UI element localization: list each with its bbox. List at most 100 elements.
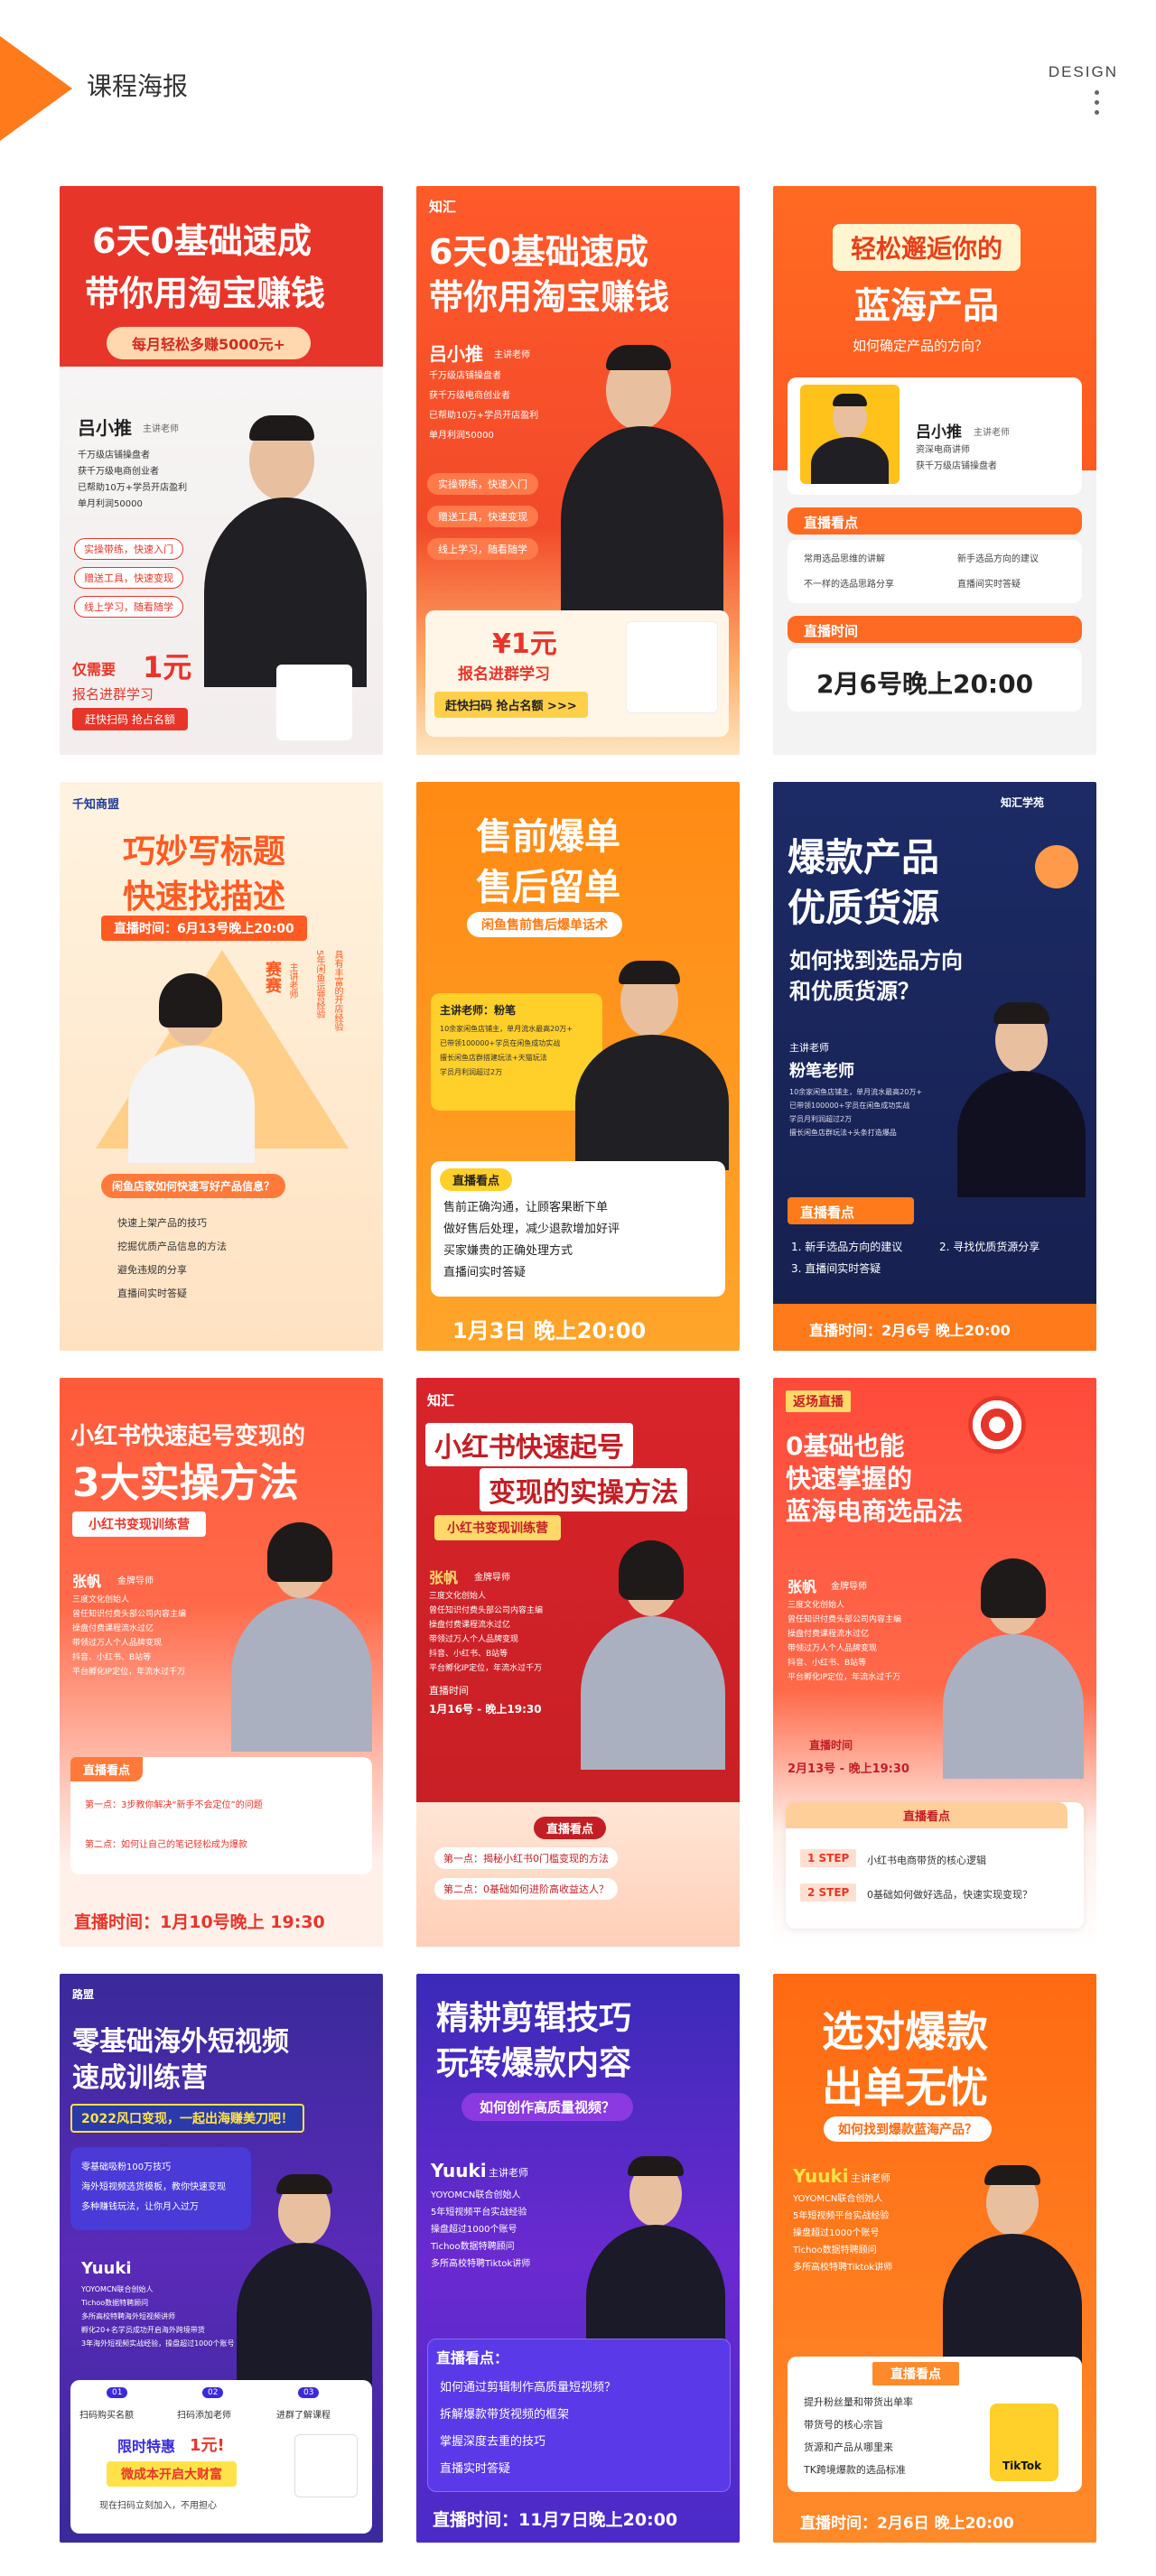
teacher-photo [936, 1549, 1089, 1779]
qr-code[interactable] [294, 2434, 358, 2497]
bio-item: 曾任知识付费头部公司内容主编 [429, 1606, 544, 1615]
poster-hot-products[interactable]: 知汇学苑 爆款产品 优质货源 如何找到选品方向 和优质货源？ 主讲老师 粉笔老师… [773, 782, 1096, 1351]
step-number: 01 [107, 2387, 128, 2398]
price: 1元 [143, 650, 192, 684]
point-item: 新手选品方向的建议 [957, 554, 1039, 564]
price: 1元! [190, 2436, 225, 2455]
point-item: 第二点：如何让自己的笔记轻松成为爆款 [85, 1840, 247, 1850]
teacher-role: 主讲老师 [287, 963, 297, 999]
point-item: 提升粉丝量和带货出单率 [804, 2396, 913, 2408]
poster-subtitle: 如何创作高质量视频？ [461, 2093, 634, 2121]
poster-taobao-2[interactable]: 知汇 6天0基础速成 带你用淘宝赚钱 吕小推 主讲老师 千万级店铺操盘者 获千万… [416, 186, 740, 755]
live-time: 直播时间：2月6日 晚上20:00 [800, 2515, 1014, 2533]
bio-item: 三度文化创始人 [429, 1592, 487, 1601]
step-number: 02 [202, 2387, 224, 2398]
live-time: 直播时间：6月13号晚上20:00 [101, 916, 307, 941]
teacher-photo [800, 385, 900, 484]
point-item: 不一样的选品思路分享 [804, 580, 894, 590]
teacher-photo [231, 2163, 376, 2387]
price: ¥1元 [492, 628, 557, 660]
poster-title-line-2: 蓝海产品 [854, 285, 999, 327]
teacher-role: 主讲老师 [974, 428, 1010, 438]
bio-item: 学员月利润超过2万 [789, 1115, 853, 1123]
point-item: 直播间实时答疑 [117, 1288, 187, 1299]
step-text: 小红书电商带货的核心逻辑 [867, 1855, 986, 1866]
poster-subtitle: 小红书变现训练营 [72, 1511, 206, 1537]
bio-item: 抖音、小红书、B站等 [788, 1659, 867, 1668]
poster-xianyu-presale[interactable]: 售前爆单 售后留单 闲鱼售前售后爆单话术 主讲老师：粉笔 10余家闲鱼店铺主，单… [416, 782, 740, 1351]
bio-item: Tichoo数据特聘顾问 [81, 2299, 149, 2307]
bio-item: 操盘付费课程流水过亿 [429, 1621, 511, 1630]
teacher-role: 主讲老师 [851, 2172, 890, 2184]
qr-code[interactable] [276, 665, 352, 740]
cta-button[interactable]: 微成本开启大财富 [107, 2461, 237, 2487]
signup-text: 报名进群学习 [458, 665, 550, 684]
poster-xiaohongshu-1[interactable]: 小红书快速起号变现的 3大实操方法 小红书变现训练营 张帆 金牌导师 三度文化创… [60, 1378, 383, 1947]
bio-item: 操盘超过1000个账号 [431, 2225, 517, 2235]
poster-xianyu-title[interactable]: 千知商盟 巧妙写标题 快速找描述 直播时间：6月13号晚上20:00 赛赛 主讲… [60, 782, 383, 1351]
bio-item: 孵化20+名学员成功开启海外跨境带货 [81, 2326, 205, 2334]
brand-logo: 知汇学苑 [1001, 796, 1045, 809]
section-title: 直播看点 [70, 1757, 144, 1781]
poster-title-line-1: 精耕剪辑技巧 [436, 2000, 632, 2037]
point-item: 第一点：揭秘小红书0门槛变现的方法 [434, 1847, 618, 1869]
brand-logo: 路盟 [72, 1988, 95, 2001]
thumbs-up-icon [1035, 845, 1078, 888]
bio-item: 曾任知识付费头部公司内容主编 [788, 1615, 902, 1624]
bio-item: 10余家闲鱼店铺主，单月流水最高20万+ [440, 1025, 573, 1033]
poster-editing-skills[interactable]: 精耕剪辑技巧 玩转爆款内容 如何创作高质量视频？ Yuuki 主讲老师 YOYO… [416, 1974, 740, 2543]
poster-subtitle: 闲鱼售前售后爆单话术 [467, 912, 622, 937]
qr-code[interactable] [626, 621, 718, 713]
point-item: 如何通过剪辑制作高质量短视频？ [440, 2381, 617, 2395]
point-item: 第一点：3步教你解决“新手不会定位”的问题 [85, 1800, 263, 1810]
bio-item: 操盘付费课程流水过亿 [72, 1624, 154, 1633]
poster-title-line-2: 3大实操方法 [72, 1460, 299, 1506]
tiktok-label: TikTok [1002, 2460, 1042, 2472]
section-title: 直播看点 [800, 1204, 855, 1221]
step-number: 03 [298, 2387, 320, 2398]
live-time: 直播时间：1月10号晚上 19:30 [74, 1912, 325, 1932]
poster-hot-items[interactable]: 选对爆款 出单无忧 如何找到爆款蓝海产品？ Yuuki 主讲老师 YOYOMCN… [773, 1974, 1096, 2543]
bio-item: 资深电商讲师 [916, 445, 970, 455]
teacher-name: Yuuki [431, 2160, 487, 2181]
point-item: 直播间实时答疑 [957, 580, 1021, 590]
teacher-name: 吕小推 [429, 343, 483, 365]
teacher-desc: 具有丰富的开店经验 [332, 950, 342, 1031]
poster-title-line-1: 售前爆单 [476, 816, 620, 858]
point-item: 2. 寻找优质货源分享 [939, 1241, 1040, 1253]
cta-button[interactable]: 赶快扫码 抢占名额 >>> [434, 692, 588, 718]
brand-logo: 知汇 [427, 1392, 455, 1409]
cta-button[interactable]: 赶快扫码 抢占名额 [72, 708, 188, 730]
teacher-name: 吕小推 [916, 423, 962, 442]
bio-item: 带领过万人个人品牌变现 [788, 1644, 878, 1653]
poster-title-line-2: 快速找描述 [123, 879, 286, 916]
live-time: 2月13号 - 晚上19:30 [788, 1762, 909, 1776]
poster-subtitle: 每月轻松多赚5000元+ [107, 327, 311, 359]
poster-blue-ocean-product[interactable]: 轻松邂逅你的 蓝海产品 如何确定产品的方向？ 吕小推 主讲老师 资深电商讲师 获… [773, 186, 1096, 755]
feature-tag: 线上学习，随看随学 [427, 538, 538, 560]
teacher-photo [222, 1513, 376, 1752]
live-time: 2月6号晚上20:00 [816, 669, 1034, 699]
teacher-photo [552, 339, 732, 616]
brand-logo: 知汇 [429, 199, 457, 215]
feature-tag: 实操带练，快速入门 [74, 538, 183, 560]
footer-note: 现在扫码立刻加入，不用担心 [99, 2501, 217, 2511]
signup-text: 报名进群学习 [72, 686, 154, 702]
section-title: 直播看点 [786, 1802, 1068, 1828]
poster-overseas-video[interactable]: 路盟 零基础海外短视频 速成训练营 2022风口变现，一起出海赚美刀吧！ 零基础… [60, 1974, 383, 2543]
time-label: 直播时间 [809, 1739, 853, 1752]
poster-subtitle: 如何确定产品的方向？ [853, 338, 989, 354]
teacher-name: 赛赛 [263, 961, 282, 993]
more-menu-icon[interactable] [1095, 90, 1100, 120]
poster-taobao-1[interactable]: 6天0基础速成 带你用淘宝赚钱 每月轻松多赚5000元+ 吕小推 主讲老师 千万… [60, 186, 383, 755]
poster-ecommerce-selection[interactable]: 返场直播 0基础也能 快速掌握的 蓝海电商选品法 张帆 金牌导师 三度文化创始人… [773, 1378, 1096, 1947]
teacher-name: 张帆 [72, 1573, 102, 1590]
section-title: 直播时间 [804, 623, 859, 639]
poster-xiaohongshu-2[interactable]: 知汇 小红书快速起号 变现的实操方法 小红书变现训练营 张帆 金牌导师 三度文化… [416, 1378, 740, 1947]
section-title: 直播看点 [872, 2362, 959, 2385]
price-prefix: 仅需要 [72, 661, 117, 678]
time-label: 直播时间 [429, 1685, 469, 1697]
bio-item: 曾任知识付费头部公司内容主编 [72, 1610, 187, 1619]
teacher-name: 张帆 [429, 1569, 459, 1586]
bio-item: 已带领100000+学员在闲鱼成功实战 [440, 1039, 561, 1047]
